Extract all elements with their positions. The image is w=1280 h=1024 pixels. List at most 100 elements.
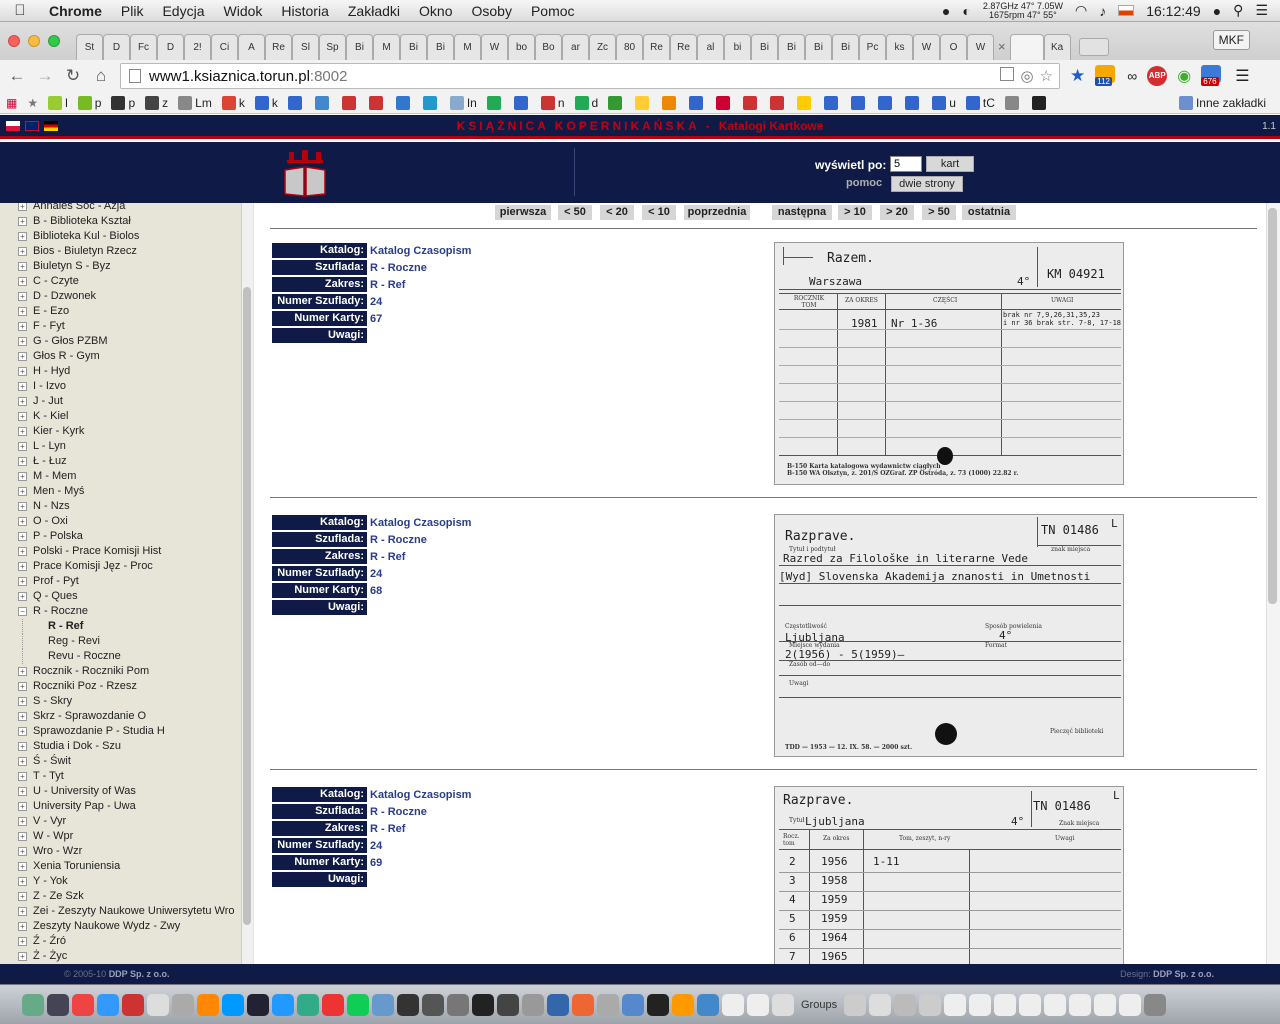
ambulance-badge-icon[interactable]: 112: [1095, 65, 1117, 87]
expand-icon[interactable]: +: [18, 203, 27, 211]
expand-icon[interactable]: +: [18, 502, 27, 511]
tab[interactable]: Bi: [778, 34, 805, 60]
kart-button[interactable]: kart: [926, 156, 974, 172]
expand-icon[interactable]: +: [18, 847, 27, 856]
tree-item[interactable]: + U - University of Was: [0, 784, 254, 799]
back-50-button[interactable]: < 50: [558, 205, 592, 220]
tree-item[interactable]: + Ł - Łuz: [0, 454, 254, 469]
tree-subitem[interactable]: Revu - Roczne: [0, 649, 254, 664]
tree-item[interactable]: + Kier - Kyrk: [0, 424, 254, 439]
spotlight-icon[interactable]: ⚲: [1233, 2, 1243, 19]
starred-bookmark-icon[interactable]: ★: [1070, 66, 1085, 86]
dock-app-icon[interactable]: [994, 993, 1017, 1016]
szuflada-value[interactable]: R - Roczne: [367, 806, 427, 818]
expand-icon[interactable]: +: [18, 892, 27, 901]
expand-icon[interactable]: +: [18, 442, 27, 451]
minimize-window-button[interactable]: [28, 35, 40, 47]
close-window-button[interactable]: [8, 35, 20, 47]
expand-icon[interactable]: +: [18, 337, 27, 346]
dock-app-icon[interactable]: [1019, 993, 1042, 1016]
first-page-button[interactable]: pierwsza: [495, 205, 551, 220]
tree-item[interactable]: + Skrz - Sprawozdanie O: [0, 709, 254, 724]
tree-item[interactable]: + W - Wpr: [0, 829, 254, 844]
tree-item[interactable]: + M - Mem: [0, 469, 254, 484]
zakres-value[interactable]: R - Ref: [367, 823, 405, 835]
tree-item[interactable]: + F - Fyt: [0, 319, 254, 334]
bookmark-item[interactable]: l: [48, 95, 68, 110]
reload-icon[interactable]: ↻: [64, 66, 82, 86]
status-icon[interactable]: ●: [942, 3, 950, 19]
zakres-value[interactable]: R - Ref: [367, 551, 405, 563]
expand-icon[interactable]: +: [18, 412, 27, 421]
bookmark-item[interactable]: [608, 95, 625, 110]
glasses-icon[interactable]: ∞: [1127, 68, 1137, 84]
tree-item[interactable]: + T - Tyt: [0, 769, 254, 784]
zakres-value[interactable]: R - Ref: [367, 279, 405, 291]
expand-icon[interactable]: +: [18, 352, 27, 361]
dock-app-icon[interactable]: [347, 993, 369, 1016]
tree-item[interactable]: + Z - Ze Szk: [0, 889, 254, 904]
tab[interactable]: Bi: [805, 34, 832, 60]
bookmark-item[interactable]: d: [574, 95, 598, 110]
tree-item[interactable]: + E - Ezo: [0, 304, 254, 319]
katalog-value[interactable]: Katalog Czasopism: [367, 245, 471, 257]
bookmark-item[interactable]: [1004, 95, 1022, 110]
tree-item[interactable]: + Zeszyty Naukowe Wydz - Zwy: [0, 919, 254, 934]
expand-icon[interactable]: +: [18, 592, 27, 601]
expand-icon[interactable]: +: [18, 682, 27, 691]
dock-app-icon[interactable]: [472, 993, 494, 1016]
catalog-card-image[interactable]: Razprave. TN 01486 L Tytuł Znak miejsca …: [774, 786, 1124, 964]
clock[interactable]: 16:12:49: [1146, 3, 1201, 19]
expand-icon[interactable]: +: [18, 397, 27, 406]
expand-icon[interactable]: +: [18, 217, 27, 226]
expand-icon[interactable]: +: [18, 517, 27, 526]
bookmark-item[interactable]: [486, 95, 504, 110]
tab[interactable]: ks: [886, 34, 913, 60]
tab[interactable]: Sl: [292, 34, 319, 60]
expand-icon[interactable]: +: [18, 922, 27, 931]
bookmark-item[interactable]: z: [145, 95, 168, 110]
dock-app-icon[interactable]: [622, 993, 644, 1016]
bookmark-item[interactable]: k: [254, 95, 278, 110]
tree-item[interactable]: + Studia i Dok - Szu: [0, 739, 254, 754]
expand-icon[interactable]: +: [18, 532, 27, 541]
tab[interactable]: W: [481, 34, 508, 60]
profile-button[interactable]: MKF: [1212, 30, 1250, 50]
expand-icon[interactable]: +: [18, 367, 27, 376]
dock-app-icon[interactable]: [497, 993, 519, 1016]
tree-item[interactable]: + B - Biblioteka Kształ: [0, 214, 254, 229]
dock-app-icon[interactable]: [597, 993, 619, 1016]
other-bookmarks[interactable]: Inne zakładki: [1178, 95, 1280, 110]
tree-item[interactable]: + Bios - Biuletyn Rzecz: [0, 244, 254, 259]
dock-app-icon[interactable]: [447, 993, 469, 1016]
tree-item[interactable]: + Xenia Toruniensia: [0, 859, 254, 874]
tree-item[interactable]: + S - Skry: [0, 694, 254, 709]
tab[interactable]: A: [238, 34, 265, 60]
szuflada-value[interactable]: R - Roczne: [367, 534, 427, 546]
bookmark-item[interactable]: n: [540, 95, 565, 110]
dock-app-icon[interactable]: [147, 993, 169, 1016]
bookmark-item[interactable]: In: [449, 95, 477, 110]
tree-item[interactable]: + Men - Myś: [0, 484, 254, 499]
tab[interactable]: M: [454, 34, 481, 60]
dock-app-icon[interactable]: [97, 993, 119, 1016]
dock-app-icon[interactable]: [1069, 993, 1092, 1016]
menu-plik[interactable]: Plik: [112, 3, 154, 19]
user-icon[interactable]: ●: [1213, 3, 1221, 19]
expand-icon[interactable]: +: [18, 952, 27, 961]
dock-app-icon[interactable]: [747, 993, 769, 1016]
tree-item[interactable]: + L - Lyn: [0, 439, 254, 454]
menu-osoby[interactable]: Osoby: [462, 3, 521, 19]
bookmark-item[interactable]: [287, 95, 305, 110]
tab[interactable]: St: [76, 34, 103, 60]
dock-app-icon[interactable]: [222, 993, 244, 1016]
menu-edycja[interactable]: Edycja: [153, 3, 214, 19]
system-stats[interactable]: 2.87GHz 47° 7.05W 1675rpm 47° 55°: [983, 1, 1063, 20]
tree-subitem[interactable]: Reg - Revi: [0, 634, 254, 649]
extension-icon[interactable]: ◎: [1020, 67, 1033, 85]
wifi-icon[interactable]: ◠: [1075, 2, 1087, 19]
bookmark-item[interactable]: p: [111, 95, 135, 110]
bookmark-item[interactable]: [395, 95, 413, 110]
home-icon[interactable]: ⌂: [92, 66, 110, 86]
bookmark-item[interactable]: [878, 95, 895, 110]
